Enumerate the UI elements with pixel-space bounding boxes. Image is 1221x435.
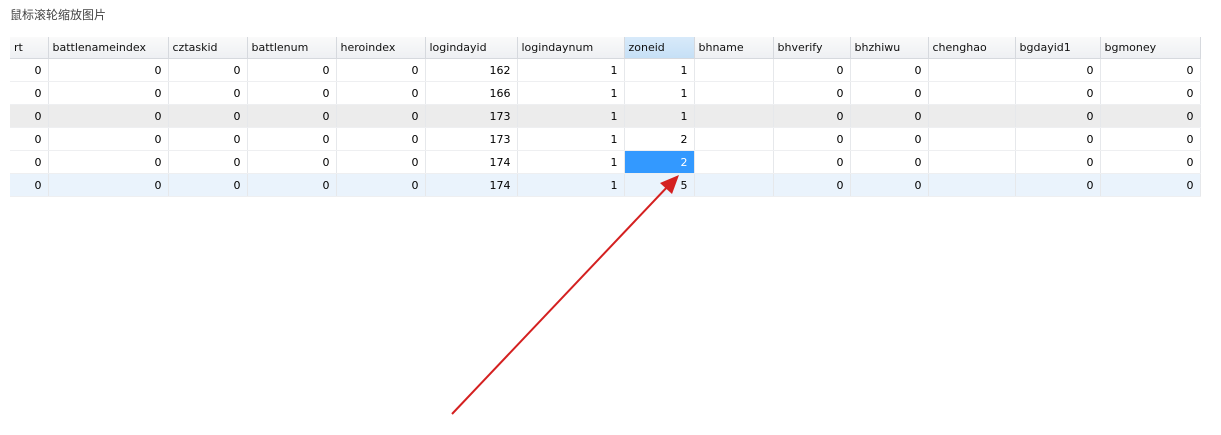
arrow-line xyxy=(451,183,671,415)
annotation-arrow xyxy=(451,175,679,415)
